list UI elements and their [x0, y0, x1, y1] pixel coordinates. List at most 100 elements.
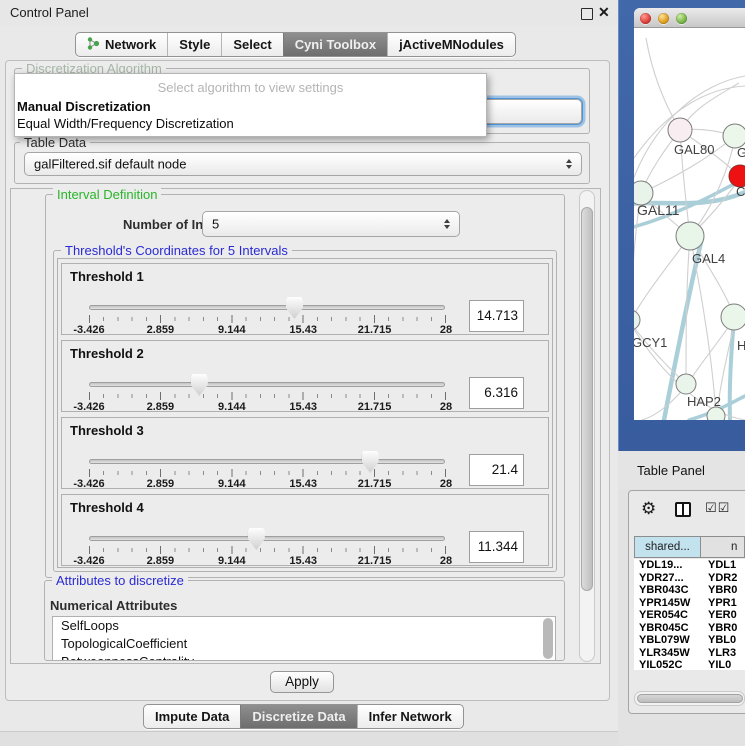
numerical-attributes-label: Numerical Attributes: [46, 598, 181, 613]
table-row[interactable]: YPR145W YPR1: [634, 597, 745, 610]
slider-track[interactable]: [89, 382, 445, 387]
minimize-traffic-light-icon[interactable]: [658, 13, 669, 24]
network-node-label: GCY1: [634, 335, 667, 350]
table-panel-header: Table Panel: [618, 451, 745, 489]
network-node-label: GAL11: [637, 202, 680, 218]
attribute-list-item[interactable]: BetweennessCentrality: [53, 653, 555, 661]
threshold-row-2: Threshold 2 -3.4262.8599.14415.4321.7152…: [61, 340, 549, 412]
table-column-headers: shared... n: [634, 536, 745, 558]
zoom-traffic-light-icon[interactable]: [676, 13, 687, 24]
threshold-value-field[interactable]: 6.316: [469, 377, 524, 409]
table-horizontal-scrollbar[interactable]: [634, 691, 745, 706]
intervals-count-value: 5: [212, 217, 219, 232]
tab-cyni-toolbox[interactable]: Cyni Toolbox: [283, 33, 387, 56]
slider-track[interactable]: [89, 459, 445, 464]
tab-network[interactable]: Network: [76, 33, 167, 56]
threshold-value-field[interactable]: 21.4: [469, 454, 524, 486]
table-panel-title: Table Panel: [637, 463, 705, 478]
network-node[interactable]: [634, 310, 640, 330]
network-node-label: H: [737, 338, 745, 353]
slider-scale-labels: -3.4262.8599.14415.4321.71528: [89, 478, 446, 490]
network-graph: GAL80GACGAL11GAL4GCY1HHAP2: [634, 28, 745, 420]
stepper-arrows-icon: [566, 159, 572, 169]
slider-ticks: [89, 392, 446, 401]
close-icon[interactable]: ✕: [598, 4, 610, 21]
bottom-divider: [0, 731, 618, 746]
threshold-group-title: Threshold's Coordinates for 5 Intervals: [61, 243, 292, 258]
attribute-list-item[interactable]: SelfLoops: [53, 617, 555, 635]
control-panel-titlebar: Control Panel ✕: [0, 0, 618, 26]
threshold-value-field[interactable]: 11.344: [469, 531, 524, 563]
tab-style[interactable]: Style: [167, 33, 221, 56]
network-node[interactable]: [676, 374, 696, 394]
column-checkboxes-icon[interactable]: ☑☑: [705, 501, 730, 516]
network-node[interactable]: [721, 304, 745, 330]
table-row[interactable]: YBR043C YBR0: [634, 584, 745, 597]
network-node-label: GAL80: [674, 142, 714, 157]
stepper-arrows-icon: [444, 219, 450, 229]
table-row[interactable]: YDL19... YDL1: [634, 559, 745, 572]
table-data-combo-value: galFiltered.sif default node: [34, 157, 186, 172]
threshold-label: Threshold 2: [70, 346, 144, 361]
tab-jactivemnodules[interactable]: jActiveMNodules: [387, 33, 515, 56]
attributes-group-title: Attributes to discretize: [52, 573, 188, 588]
control-panel: Control Panel ✕ Network S: [0, 0, 618, 745]
popup-options: Manual DiscretizationEqual Width/Frequen…: [15, 98, 486, 132]
settings-vertical-scrollbar[interactable]: [579, 190, 595, 662]
slider-ticks: [89, 315, 446, 324]
network-node[interactable]: [707, 407, 725, 420]
table-row[interactable]: YBL079W YBL0: [634, 634, 745, 647]
table-row[interactable]: YDR27... YDR2: [634, 572, 745, 585]
network-node[interactable]: [676, 222, 704, 250]
split-view-icon[interactable]: [675, 502, 691, 517]
network-node[interactable]: [668, 118, 692, 142]
bottom-tab-bar: Impute Data Discretize Data Infer Networ…: [143, 704, 464, 729]
attributes-list[interactable]: SelfLoopsTopologicalCoefficientBetweenne…: [52, 616, 556, 661]
table-row[interactable]: YBR045C YBR0: [634, 622, 745, 635]
tab-select[interactable]: Select: [221, 33, 282, 56]
network-node-label: GAL4: [692, 251, 725, 266]
threshold-label: Threshold 4: [70, 500, 144, 515]
table-row[interactable]: YER054C YER0: [634, 609, 745, 622]
slider-scale-labels: -3.4262.8599.14415.4321.71528: [89, 324, 446, 336]
float-window-icon[interactable]: [581, 8, 593, 20]
threshold-row-4: Threshold 4 -3.4262.8599.14415.4321.7152…: [61, 494, 549, 566]
scrollbar-thumb[interactable]: [637, 694, 743, 703]
interval-group-title: Interval Definition: [53, 187, 161, 202]
tab-discretize-data[interactable]: Discretize Data: [240, 705, 356, 728]
slider-ticks: [89, 469, 446, 478]
gear-icon[interactable]: ⚙: [641, 499, 656, 519]
apply-button[interactable]: Apply: [270, 671, 334, 693]
slider-scale-labels: -3.4262.8599.14415.4321.71528: [89, 401, 446, 413]
network-node-label: GA: [737, 145, 745, 160]
algorithm-option[interactable]: Manual Discretization: [15, 98, 486, 115]
column-header-name[interactable]: n: [701, 536, 745, 558]
algorithm-option[interactable]: Equal Width/Frequency Discretization: [15, 115, 486, 132]
intervals-count-combo[interactable]: 5: [202, 211, 460, 237]
popup-hint: Select algorithm to view settings: [15, 78, 486, 98]
threshold-label: Threshold 1: [70, 269, 144, 284]
network-graph-icon: [87, 36, 100, 54]
tab-network-label: Network: [105, 37, 156, 52]
table-data-combo[interactable]: galFiltered.sif default node: [24, 152, 582, 176]
network-canvas[interactable]: GAL80GACGAL11GAL4GCY1HHAP2: [634, 28, 745, 420]
tab-infer-network[interactable]: Infer Network: [357, 705, 463, 728]
panel-title: Control Panel: [10, 5, 89, 20]
column-header-shared-name[interactable]: shared...: [634, 536, 701, 558]
threshold-label: Threshold 3: [70, 423, 144, 438]
slider-track[interactable]: [89, 305, 445, 310]
threshold-row-1: Threshold 1 -3.4262.8599.14415.4321.7152…: [61, 263, 549, 335]
threshold-value-field[interactable]: 14.713: [469, 300, 524, 332]
slider-track[interactable]: [89, 536, 445, 541]
top-tab-bar: Network Style Select Cyni Toolbox jActiv…: [75, 32, 516, 57]
attributes-list-scrollbar[interactable]: [543, 618, 553, 659]
table-row[interactable]: YIL052C YIL0: [634, 659, 745, 670]
scrollbar-thumb[interactable]: [581, 207, 593, 591]
tab-impute-data[interactable]: Impute Data: [144, 705, 240, 728]
slider-scale-labels: -3.4262.8599.14415.4321.71528: [89, 555, 446, 567]
attribute-list-item[interactable]: TopologicalCoefficient: [53, 635, 555, 653]
threshold-row-3: Threshold 3 -3.4262.8599.14415.4321.7152…: [61, 417, 549, 489]
close-traffic-light-icon[interactable]: [640, 13, 651, 24]
table-rows[interactable]: YDL19... YDL1 YDR27... YDR2 YBR043C YBR0…: [634, 559, 745, 670]
table-row[interactable]: YLR345W YLR3: [634, 647, 745, 660]
